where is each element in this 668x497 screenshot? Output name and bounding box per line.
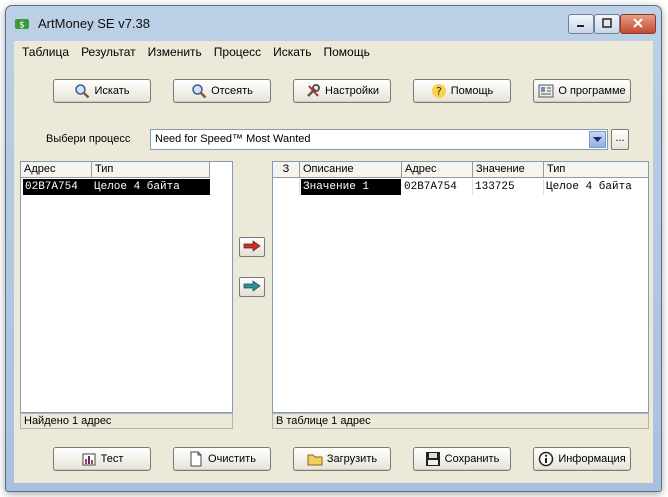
found-status: Найдено 1 адрес — [24, 415, 112, 427]
table-header-type[interactable]: Тип — [544, 162, 648, 178]
menu-search[interactable]: Искать — [273, 45, 311, 59]
process-select[interactable]: Need for Speed™ Most Wanted — [150, 129, 608, 150]
move-to-table-button[interactable] — [239, 237, 265, 257]
minimize-icon — [576, 18, 586, 31]
minimize-button[interactable] — [568, 14, 594, 34]
search-button-label: Искать — [94, 85, 130, 97]
magnifier-filter-icon — [191, 83, 207, 99]
table-header-value[interactable]: Значение — [473, 162, 544, 178]
folder-icon — [307, 451, 323, 467]
chevron-down-icon[interactable] — [589, 131, 606, 148]
about-button-label: О программе — [558, 85, 626, 97]
window-title: ArtMoney SE v7.38 — [38, 16, 150, 31]
settings-button-label: Настройки — [325, 85, 379, 97]
info-button-label: Информация — [558, 453, 626, 465]
move-all-to-table-button[interactable] — [239, 277, 265, 297]
help-button-label: Помощь — [450, 85, 494, 97]
menu-help[interactable]: Помощь — [323, 45, 369, 59]
table-header-freeze[interactable]: З — [273, 162, 300, 178]
found-row-type[interactable]: Целое 4 байта — [92, 179, 210, 195]
settings-button[interactable]: Настройки — [293, 79, 391, 103]
question-icon: ? — [431, 83, 447, 99]
teal-arrow-right-icon — [243, 279, 261, 295]
filter-button[interactable]: Отсеять — [173, 79, 271, 103]
app-icon: $ — [14, 16, 30, 32]
table-row-address[interactable]: 02B7A754 — [402, 179, 473, 195]
table-row-freeze[interactable] — [273, 179, 300, 195]
cheat-table[interactable]: З Описание Адрес Значение Тип Значение 1… — [272, 161, 649, 413]
test-button[interactable]: Тест — [53, 447, 151, 471]
maximize-button[interactable] — [594, 14, 620, 34]
table-row-type[interactable]: Целое 4 байта — [544, 179, 648, 195]
table-row-description[interactable]: Значение 1 — [301, 179, 401, 195]
load-button[interactable]: Загрузить — [293, 447, 391, 471]
blank-page-icon — [188, 451, 204, 467]
table-status: В таблице 1 адрес — [276, 415, 371, 427]
found-header-address[interactable]: Адрес — [21, 162, 92, 178]
title-bar[interactable]: $ ArtMoney SE v7.38 — [6, 6, 661, 40]
svg-text:?: ? — [436, 85, 442, 98]
table-status-bar: В таблице 1 адрес — [272, 413, 649, 429]
chart-icon — [81, 451, 97, 467]
menu-edit[interactable]: Изменить — [148, 45, 202, 59]
magnifier-icon — [74, 83, 90, 99]
menu-bar: Таблица Результат Изменить Процесс Искат… — [14, 41, 653, 63]
table-row-value[interactable]: 133725 — [473, 179, 544, 195]
clear-button[interactable]: Очистить — [173, 447, 271, 471]
table-header-description[interactable]: Описание — [300, 162, 402, 178]
client-area: Таблица Результат Изменить Процесс Искат… — [14, 41, 653, 483]
menu-process[interactable]: Процесс — [214, 45, 261, 59]
info-circle-icon — [538, 451, 554, 467]
floppy-icon — [425, 451, 441, 467]
load-button-label: Загрузить — [326, 453, 378, 465]
found-list[interactable]: Адрес Тип 02B7A754 Целое 4 байта — [20, 161, 233, 413]
info-card-icon — [538, 83, 554, 99]
save-button[interactable]: Сохранить — [413, 447, 511, 471]
info-button[interactable]: Информация — [533, 447, 631, 471]
svg-text:$: $ — [19, 21, 25, 31]
process-browse-button[interactable]: ... — [611, 129, 629, 150]
test-button-label: Тест — [100, 453, 124, 465]
filter-button-label: Отсеять — [211, 85, 253, 97]
search-button[interactable]: Искать — [53, 79, 151, 103]
maximize-icon — [602, 17, 612, 31]
tools-icon — [305, 83, 321, 99]
close-icon — [632, 17, 644, 32]
table-header-address[interactable]: Адрес — [402, 162, 473, 178]
found-row-address[interactable]: 02B7A754 — [23, 179, 92, 195]
menu-table[interactable]: Таблица — [22, 45, 69, 59]
app-window: $ ArtMoney SE v7.38 Таблица Результат Из… — [5, 5, 662, 492]
save-button-label: Сохранить — [444, 453, 500, 465]
found-header-type[interactable]: Тип — [92, 162, 210, 178]
close-button[interactable] — [620, 14, 656, 34]
process-select-value: Need for Speed™ Most Wanted — [155, 133, 311, 145]
about-button[interactable]: О программе — [533, 79, 631, 103]
found-status-bar: Найдено 1 адрес — [20, 413, 233, 429]
clear-button-label: Очистить — [208, 453, 256, 465]
process-label: Выбери процесс — [46, 133, 131, 145]
red-arrow-right-icon — [243, 239, 261, 255]
help-button[interactable]: ? Помощь — [413, 79, 511, 103]
menu-result[interactable]: Результат — [81, 45, 136, 59]
